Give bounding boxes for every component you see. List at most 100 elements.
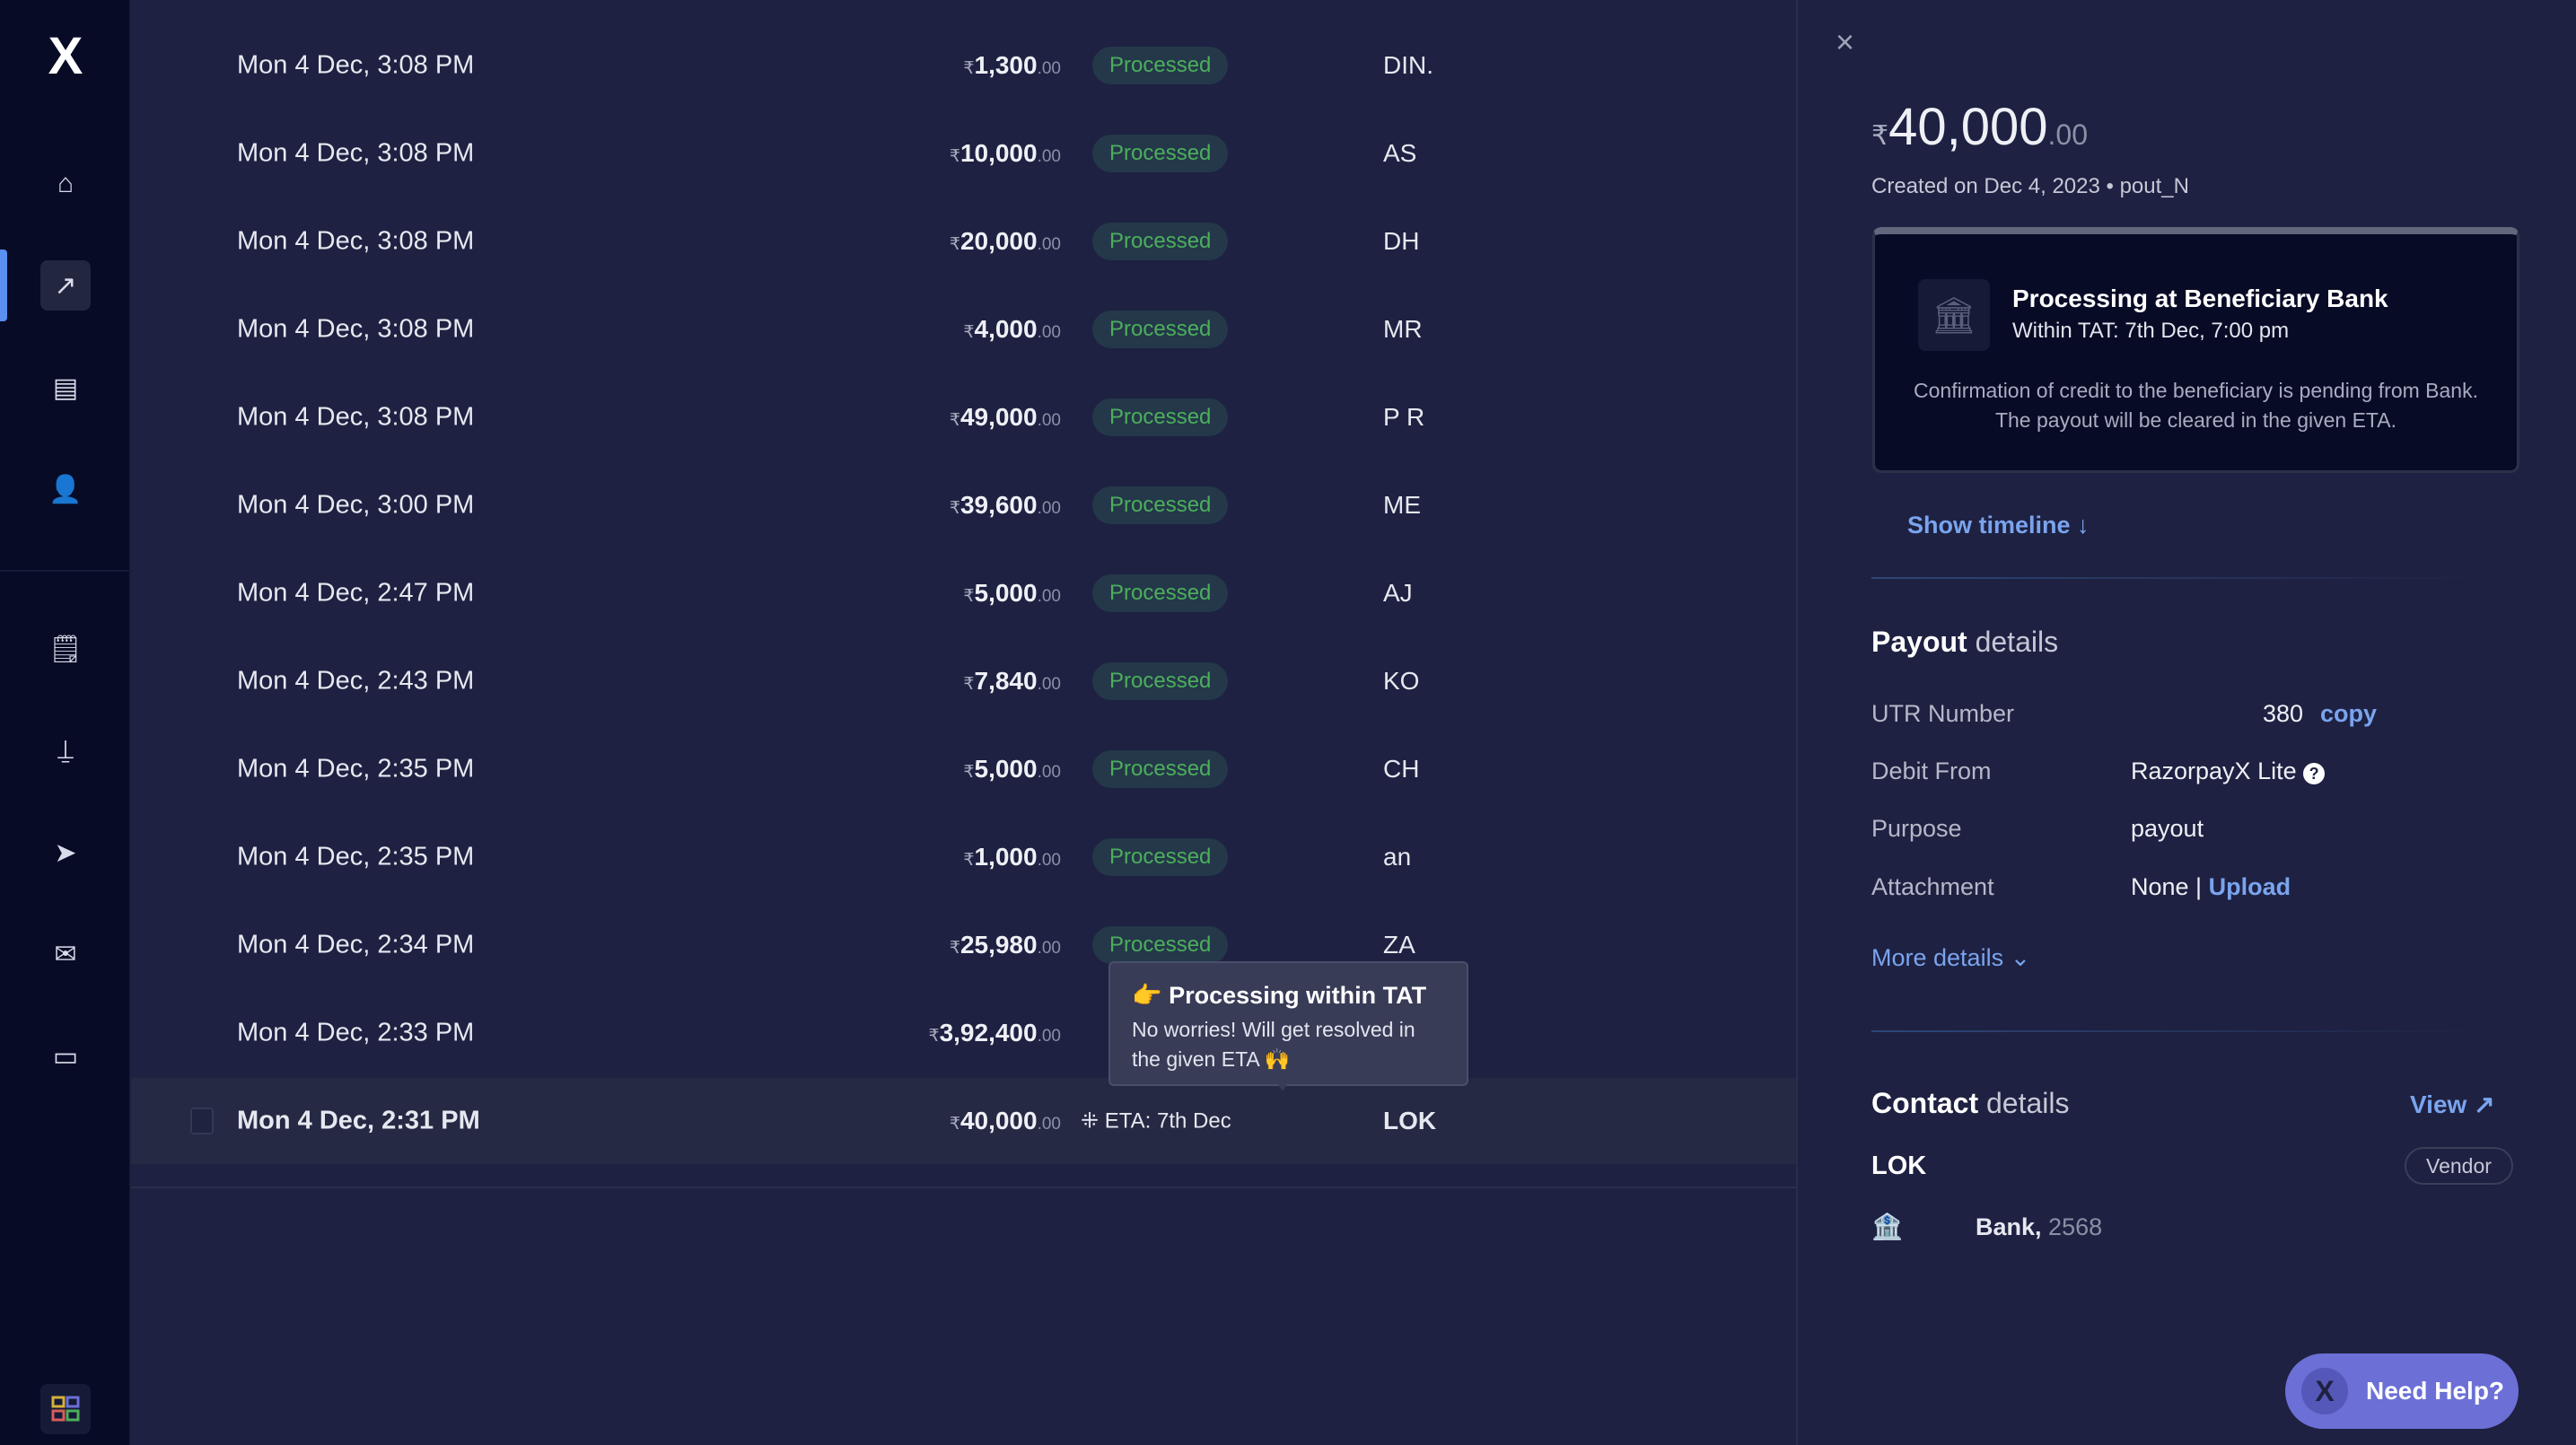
payout-date: Mon 4 Dec, 2:33 PM [237,1018,475,1047]
table-row[interactable]: Mon 4 Dec, 3:08 PM ₹10,000.00 Processed AS [131,110,1796,197]
payout-date: Mon 4 Dec, 2:35 PM [237,842,475,871]
table-row[interactable]: Mon 4 Dec, 2:31 PM ₹40,000.00 ⁜ ETA: 7th D… [131,1078,1796,1164]
contact-name: AJ [1383,579,1413,607]
send-icon[interactable]: ➤ [40,828,91,878]
show-timeline-link[interactable]: Show timeline ↓ [1907,512,2090,539]
bank-processing-icon: 🏛 [1918,279,1990,351]
table-row[interactable]: Mon 4 Dec, 2:34 PM ₹25,980.00 Processed ZA [131,902,1796,988]
status-badge: Processed [1092,135,1229,172]
amount-decimals: .00 [1037,851,1061,870]
bank-label: Bank, [1976,1213,2042,1240]
contact-user-icon[interactable]: 👤 [40,464,91,514]
contact-name: LOK [1871,1152,1927,1180]
amount-decimals: .00 [1037,1027,1061,1046]
section-divider [1871,577,2491,579]
status-badge: Processed [1092,662,1229,700]
document-icon[interactable]: ▤ [40,363,91,413]
status-badge: Processed [1092,750,1229,788]
contact-name: LOK [1383,1107,1437,1134]
table-row[interactable]: Mon 4 Dec, 3:08 PM ₹1,300.00 Processed DIN. [131,22,1796,109]
status-badge: Processed [1092,223,1229,260]
payout-amount: ₹1,000.00 [963,843,1061,871]
help-icon[interactable]: ? [2303,763,2326,784]
amount-value: 7,840 [974,667,1038,695]
currency-symbol: ₹ [949,235,960,254]
table-row[interactable]: Mon 4 Dec, 3:08 PM ₹49,000.00 Processed P R [131,374,1796,460]
status-title: Processing at Beneficiary Bank [2012,285,2388,312]
payout-amount: ₹7,840.00 [963,667,1061,696]
eta-status[interactable]: ⁜ ETA: 7th Dec [1081,1108,1231,1134]
sidebar-divider [0,570,131,572]
amount-decimals: .00 [1037,147,1061,166]
debit-from-value: RazorpayX Lite ? [2131,758,2326,785]
list-divider [131,1187,1796,1188]
payout-date: Mon 4 Dec, 3:08 PM [237,226,475,256]
stamp-icon[interactable]: ⍊ [40,725,91,775]
amount-value: 3,92,400 [939,1019,1038,1047]
table-row[interactable]: Mon 4 Dec, 2:47 PM ₹5,000.00 Processed AJ [131,550,1796,636]
currency-symbol: ₹ [963,323,975,342]
status-badge: Processed [1092,47,1229,84]
currency-symbol: ₹ [963,763,975,782]
table-row[interactable]: Mon 4 Dec, 3:08 PM ₹20,000.00 Processed DH [131,198,1796,285]
attachment-none: None | [2131,873,2203,900]
amount-value: 20,000 [959,227,1038,255]
apps-grid-icon[interactable] [40,1384,91,1434]
created-info: Created on Dec 4, 2023 • pout_N [1871,174,2189,198]
currency-symbol: ₹ [963,59,975,78]
attachment-value: None | Upload [2131,873,2291,901]
amount-value: 5,000 [974,755,1038,783]
amount-decimals: .00 [2047,118,2088,151]
amount-value: 4,000 [974,315,1038,343]
tooltip-body: No worries! Will get resolved in the giv… [1132,1018,1415,1071]
payout-date: Mon 4 Dec, 3:08 PM [237,402,475,432]
payout-detail-panel: × ₹40,000.00 Created on Dec 4, 2023 • po… [1796,0,2576,1445]
razorpayx-logo[interactable]: X [40,27,91,85]
table-row[interactable]: Mon 4 Dec, 3:08 PM ₹4,000.00 Processed MR [131,286,1796,372]
table-row[interactable]: Mon 4 Dec, 2:43 PM ₹7,840.00 Processed KO [131,638,1796,724]
eta-tooltip: 👉 Processing within TAT No worries! Will… [1108,961,1468,1091]
currency-symbol: ₹ [949,499,960,518]
payout-amount: ₹49,000.00 [950,403,1061,432]
amount-decimals: .00 [1037,763,1061,782]
more-details-toggle[interactable]: More details ⌄ [1871,944,2030,972]
table-row[interactable]: Mon 4 Dec, 2:33 PM₹3,92,400.00TA [131,990,1796,1076]
table-row[interactable]: Mon 4 Dec, 3:00 PM ₹39,600.00 Processed ME [131,462,1796,548]
heading-rest: details [1978,1087,2070,1119]
close-icon[interactable]: × [1836,23,1854,61]
contact-name: ME [1383,491,1421,519]
home-icon[interactable]: ⌂ [40,159,91,209]
payout-amount: ₹5,000.00 [963,579,1061,608]
row-checkbox[interactable] [190,1108,214,1134]
payout-amount: ₹25,980.00 [950,931,1061,959]
book-icon[interactable]: ▭ [40,1031,91,1082]
status-badge: Processed [1092,398,1229,436]
amount-value: 25,980 [959,931,1038,959]
payout-arrow-icon[interactable]: ↗ [40,260,91,311]
payout-date: Mon 4 Dec, 3:00 PM [237,490,475,520]
currency-symbol: ₹ [949,939,960,958]
amount-decimals: .00 [1037,235,1061,254]
amount-value: 1,000 [974,843,1038,871]
upload-link[interactable]: Upload [2209,873,2291,900]
bank-icon: 🏦 [1871,1213,1903,1240]
amount-decimals: .00 [1037,1115,1061,1134]
payout-date: Mon 4 Dec, 3:08 PM [237,314,475,344]
receipt-icon[interactable]: 🗒 [40,624,91,674]
view-contact-link[interactable]: View ↗ [2410,1090,2495,1119]
payout-date: Mon 4 Dec, 2:43 PM [237,666,475,696]
inbox-icon[interactable]: ✉ [40,929,91,979]
payout-date: Mon 4 Dec, 2:35 PM [237,754,475,784]
need-help-button[interactable]: X Need Help? [2285,1353,2519,1429]
status-description: Confirmation of credit to the beneficiar… [1914,379,2478,432]
contact-name: an [1383,843,1412,871]
payouts-list: Mon 4 Dec, 3:08 PM ₹1,300.00 Processed DIN.… [131,0,1796,1445]
status-badge: Processed [1092,926,1229,964]
table-row[interactable]: Mon 4 Dec, 2:35 PM ₹5,000.00 Processed CH [131,726,1796,812]
currency-symbol: ₹ [949,411,960,430]
contact-details-heading: Contact details [1871,1087,2070,1120]
amount-value: 5,000 [974,579,1038,607]
amount-decimals: .00 [1037,411,1061,430]
copy-utr-button[interactable]: copy [2320,700,2377,728]
table-row[interactable]: Mon 4 Dec, 2:35 PM ₹1,000.00 Processed an [131,814,1796,900]
